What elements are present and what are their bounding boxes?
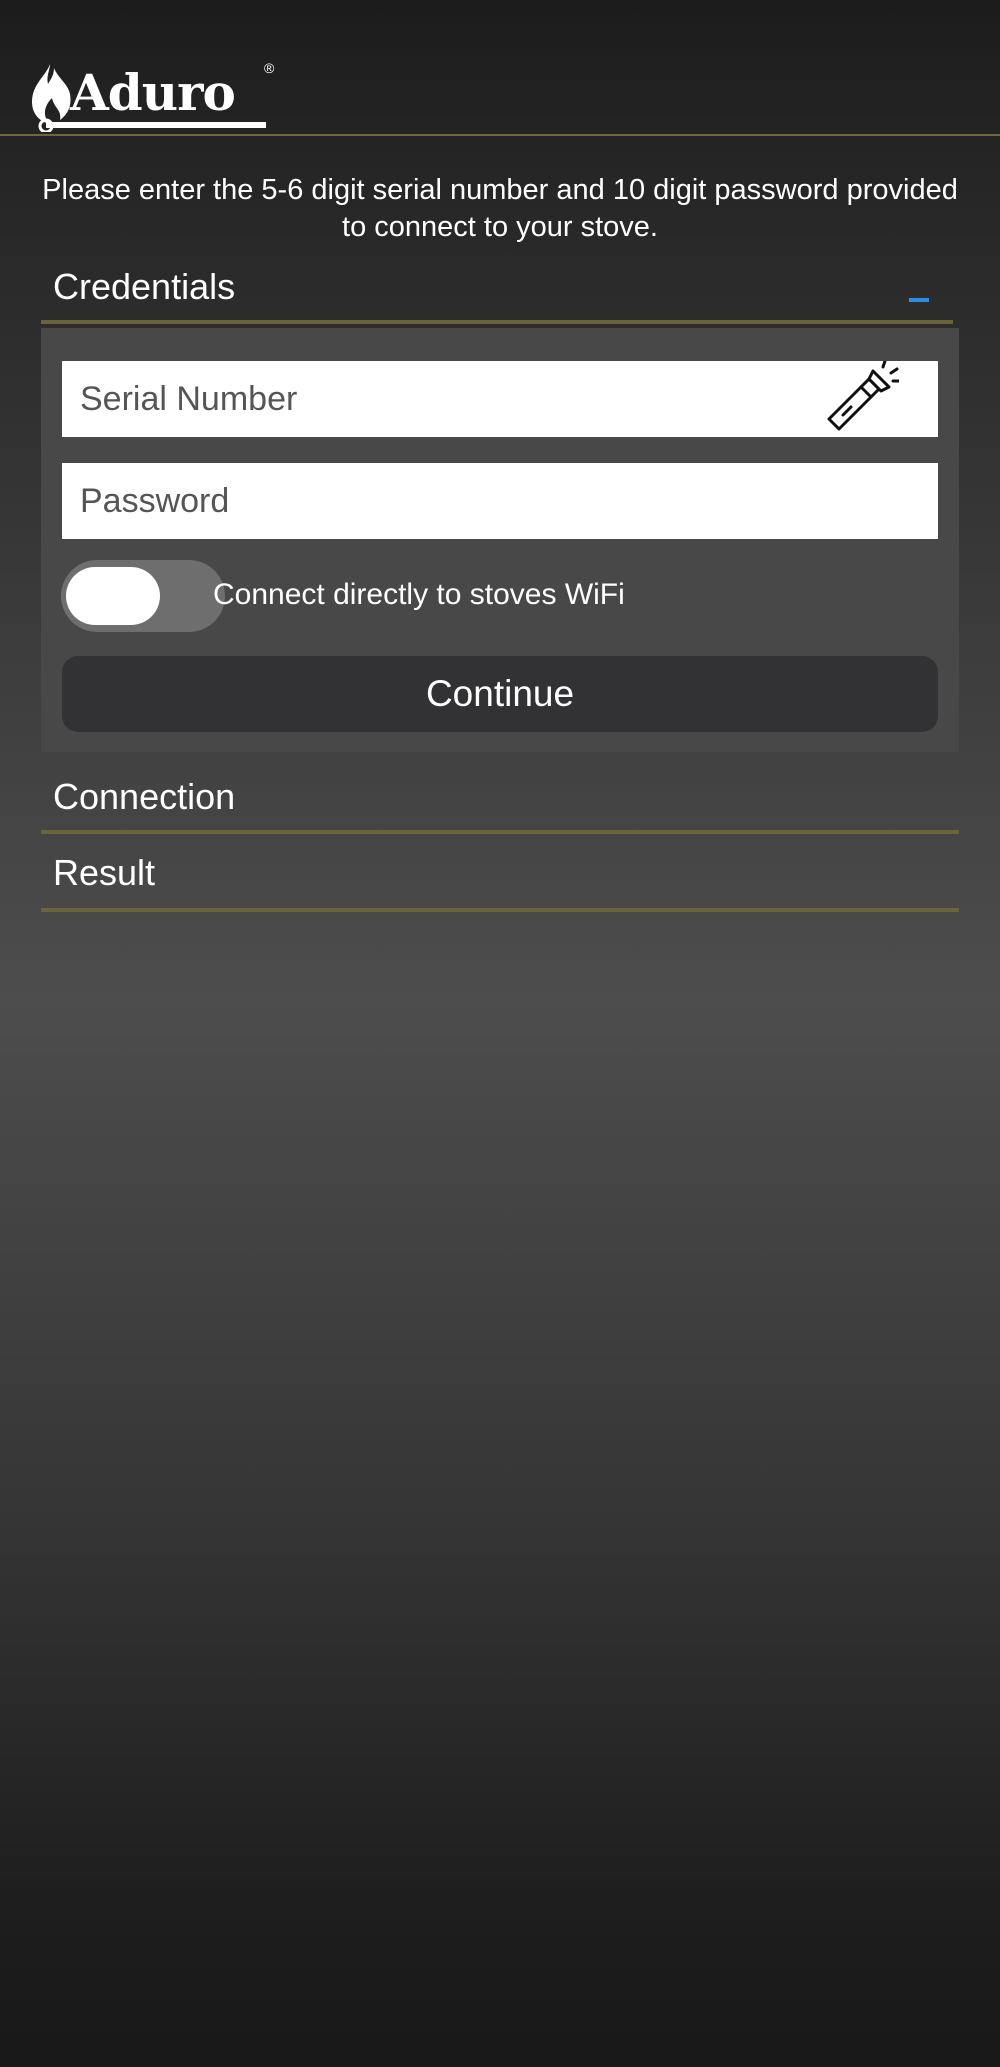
wifi-direct-label: Connect directly to stoves WiFi (213, 578, 625, 611)
app-header: Aduro ® (0, 0, 1000, 136)
section-header-credentials[interactable]: Credentials (41, 262, 953, 324)
logo-underline (46, 122, 266, 128)
logo-wordmark: Aduro (70, 63, 236, 122)
section-header-connection[interactable]: Connection (41, 766, 959, 834)
registered-mark: ® (264, 60, 275, 76)
credentials-panel: Connect directly to stoves WiFi Continue (41, 328, 959, 752)
aduro-logo: Aduro ® (24, 60, 279, 134)
section-title-result: Result (53, 852, 156, 893)
wifi-direct-toggle[interactable] (61, 560, 225, 632)
password-input[interactable] (62, 463, 938, 539)
flashlight-icon[interactable] (825, 361, 899, 435)
minus-icon[interactable] (909, 298, 929, 302)
toggle-knob (66, 567, 160, 625)
section-header-result[interactable]: Result (41, 842, 959, 912)
serial-number-input[interactable] (62, 361, 938, 437)
instructions-text: Please enter the 5-6 digit serial number… (42, 174, 958, 243)
section-title-connection: Connection (53, 776, 236, 817)
continue-button[interactable]: Continue (62, 656, 938, 732)
section-title-credentials: Credentials (53, 266, 236, 307)
